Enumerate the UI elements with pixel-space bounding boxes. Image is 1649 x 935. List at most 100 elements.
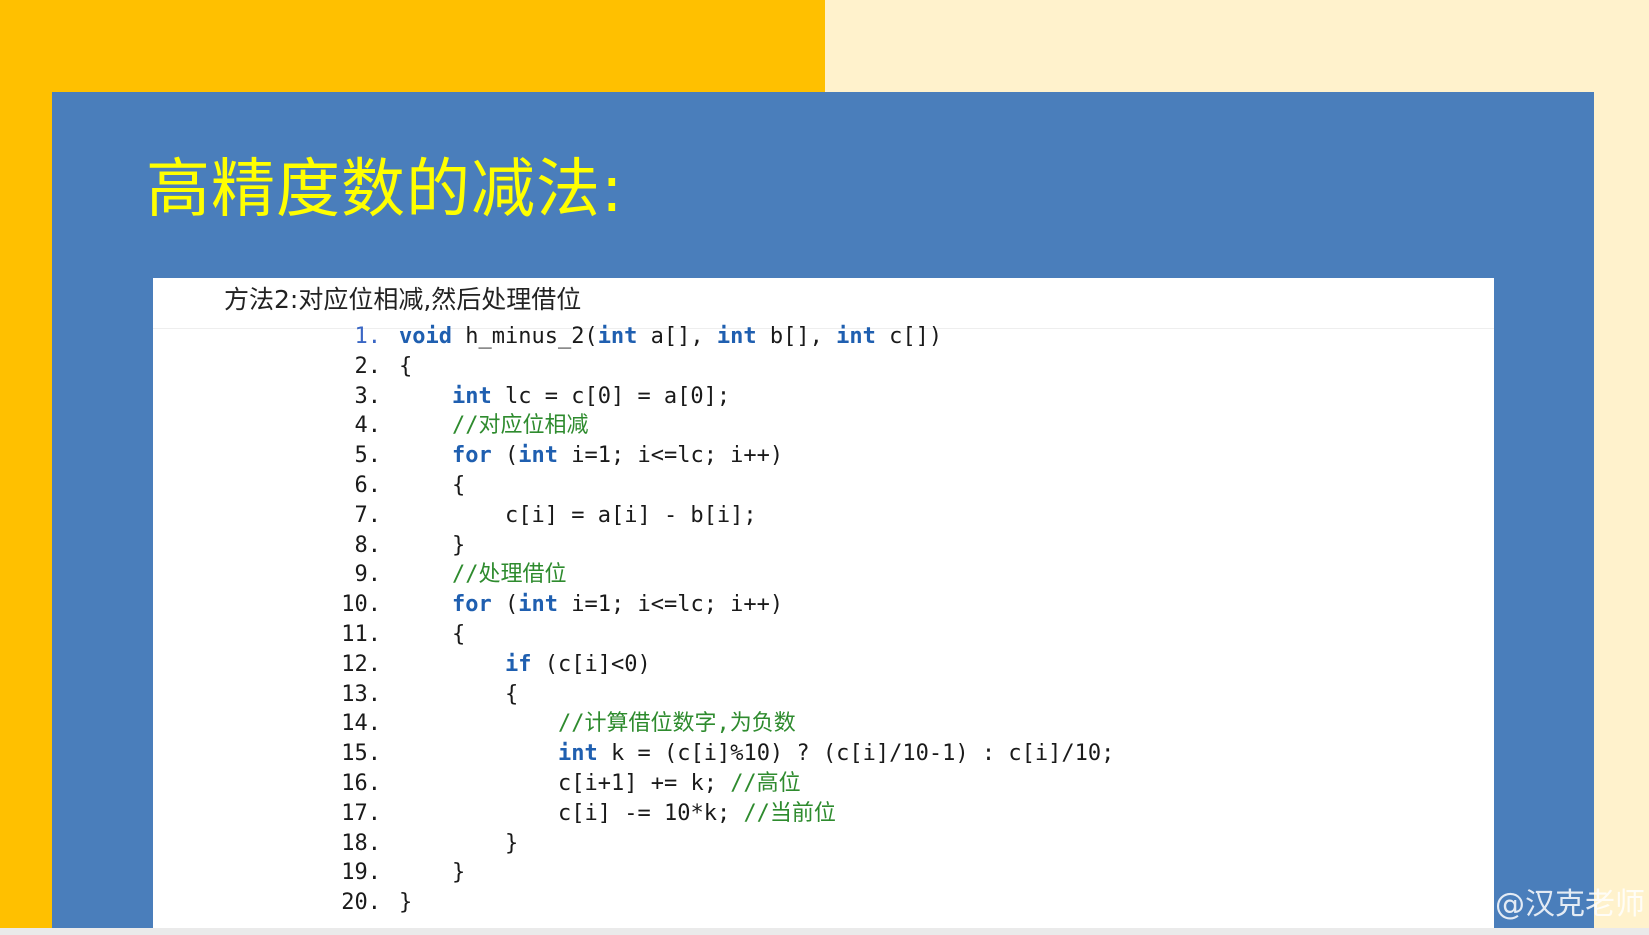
code-token: b[], <box>756 324 837 349</box>
code-line: 4. //对应位相减 <box>323 411 1114 441</box>
code-line: 6. { <box>323 471 1114 501</box>
code-keyword: for <box>452 443 492 469</box>
code-keyword: int <box>716 324 757 349</box>
code-text: { <box>399 471 465 501</box>
code-token: a[], <box>637 324 717 349</box>
code-token: c[i+1] += k; <box>558 770 731 796</box>
code-text: void h_minus_2(int a[], int b[], int c[]… <box>399 322 942 352</box>
code-text: int lc = c[0] = a[0]; <box>399 382 730 412</box>
code-line: 8.} <box>323 531 1114 561</box>
code-text: { <box>399 620 465 650</box>
slide-title: 高精度数的减法: <box>146 153 624 227</box>
code-listing: 1. void h_minus_2(int a[], int b[], int c… <box>323 322 1114 918</box>
code-keyword: if <box>505 651 532 677</box>
line-number: 16. <box>341 770 381 796</box>
code-token: { <box>452 472 466 498</box>
code-token: } <box>399 890 413 916</box>
code-token: ( <box>491 592 519 618</box>
code-line: 7. c[i] = a[i] - b[i]; <box>323 501 1114 531</box>
code-text: int k = (c[i]%10) ? (c[i]/10-1) : c[i]/1… <box>399 739 1114 769</box>
line-number: 10. <box>341 592 381 618</box>
code-text: c[i+1] += k; //高位 <box>399 769 801 799</box>
bottom-strip <box>0 928 1649 935</box>
code-text: } <box>399 829 518 859</box>
code-line: 11. { <box>323 620 1114 650</box>
code-text: } <box>399 888 412 918</box>
code-text: //对应位相减 <box>399 411 589 441</box>
code-line: 1. void h_minus_2(int a[], int b[], int c… <box>323 322 1114 352</box>
code-token: { <box>399 353 413 379</box>
code-line: 2. { <box>323 352 1114 382</box>
line-number: 12. <box>341 651 381 677</box>
code-keyword: int <box>558 741 598 767</box>
line-number: 19. <box>341 860 381 886</box>
line-number: 3. <box>354 383 382 409</box>
code-keyword: int <box>836 324 876 349</box>
code-text: //处理借位 <box>399 560 567 590</box>
code-token: c[i] -= 10*k; <box>558 800 744 826</box>
code-line: 14. //计算借位数字,为负数 <box>323 709 1114 739</box>
code-line: 9. //处理借位 <box>323 560 1114 590</box>
code-line: 3. int lc = c[0] = a[0]; <box>323 382 1114 412</box>
code-token: c[i] = a[i] - b[i]; <box>505 502 757 528</box>
code-token: { <box>505 681 519 707</box>
code-text: { <box>399 352 412 382</box>
code-keyword: int <box>518 443 558 469</box>
code-text: //计算借位数字,为负数 <box>399 709 796 739</box>
code-token: i=1; i<=lc; i++) <box>558 592 784 618</box>
code-comment: //当前位 <box>743 800 836 826</box>
code-keyword: void <box>399 324 452 349</box>
code-text: } <box>399 858 465 888</box>
code-line: 16. c[i+1] += k; //高位 <box>323 769 1114 799</box>
line-number: 14. <box>341 711 381 737</box>
code-token: k = (c[i]%10) ? (c[i]/10-1) : c[i]/10; <box>597 741 1115 767</box>
line-number: 13. <box>341 681 381 707</box>
code-token: (c[i]<0) <box>531 651 651 677</box>
code-line: 18.} <box>323 829 1114 859</box>
line-number: 9. <box>354 562 382 588</box>
code-token: h_minus_2( <box>451 324 598 349</box>
code-token: c[]) <box>875 324 943 349</box>
code-line: 5. for (int i=1; i<=lc; i++) <box>323 441 1114 471</box>
line-number: 4. <box>354 413 382 439</box>
code-text: for (int i=1; i<=lc; i++) <box>399 590 783 620</box>
code-keyword: for <box>452 592 492 618</box>
code-line: 12. if (c[i]<0) <box>323 650 1114 680</box>
code-text: if (c[i]<0) <box>399 650 651 680</box>
code-text: for (int i=1; i<=lc; i++) <box>399 441 783 471</box>
code-image-box: 方法2:对应位相减,然后处理借位 1. void h_minus_2(int a[… <box>153 278 1494 928</box>
line-number: 18. <box>341 830 381 856</box>
code-comment: //计算借位数字,为负数 <box>558 711 796 737</box>
code-line: 10. for (int i=1; i<=lc; i++) <box>323 590 1114 620</box>
code-comment: //对应位相减 <box>452 413 589 439</box>
code-keyword: int <box>518 592 558 618</box>
code-text: } <box>399 531 465 561</box>
line-number: 8. <box>354 532 382 558</box>
line-number: 17. <box>341 800 381 826</box>
code-token: ( <box>491 443 519 469</box>
line-number: 20. <box>341 890 381 916</box>
code-token: } <box>452 860 466 886</box>
code-text: c[i] = a[i] - b[i]; <box>399 501 757 531</box>
line-number: 11. <box>341 621 381 647</box>
code-token: i=1; i<=lc; i++) <box>558 443 784 469</box>
line-number: 5. <box>354 443 382 469</box>
code-comment: //高位 <box>730 770 801 796</box>
code-token: { <box>452 621 466 647</box>
code-line: 17. c[i] -= 10*k; //当前位 <box>323 799 1114 829</box>
code-line: 15. int k = (c[i]%10) ? (c[i]/10-1) : c[i… <box>323 739 1114 769</box>
line-number: 15. <box>341 741 381 767</box>
code-comment: //处理借位 <box>452 562 567 588</box>
line-number: 2. <box>354 353 382 379</box>
code-text: { <box>399 680 518 710</box>
code-line: 19.} <box>323 858 1114 888</box>
line-number: 1. <box>354 324 382 349</box>
method-heading: 方法2:对应位相减,然后处理借位 <box>224 285 582 314</box>
watermark: CSDN @汉克老师 <box>1399 887 1645 922</box>
code-token: lc = c[0] = a[0]; <box>491 383 731 409</box>
code-keyword: int <box>597 324 638 349</box>
code-keyword: int <box>452 383 492 409</box>
code-text: c[i] -= 10*k; //当前位 <box>399 799 836 829</box>
code-line: 13. { <box>323 680 1114 710</box>
line-number: 6. <box>354 472 382 498</box>
